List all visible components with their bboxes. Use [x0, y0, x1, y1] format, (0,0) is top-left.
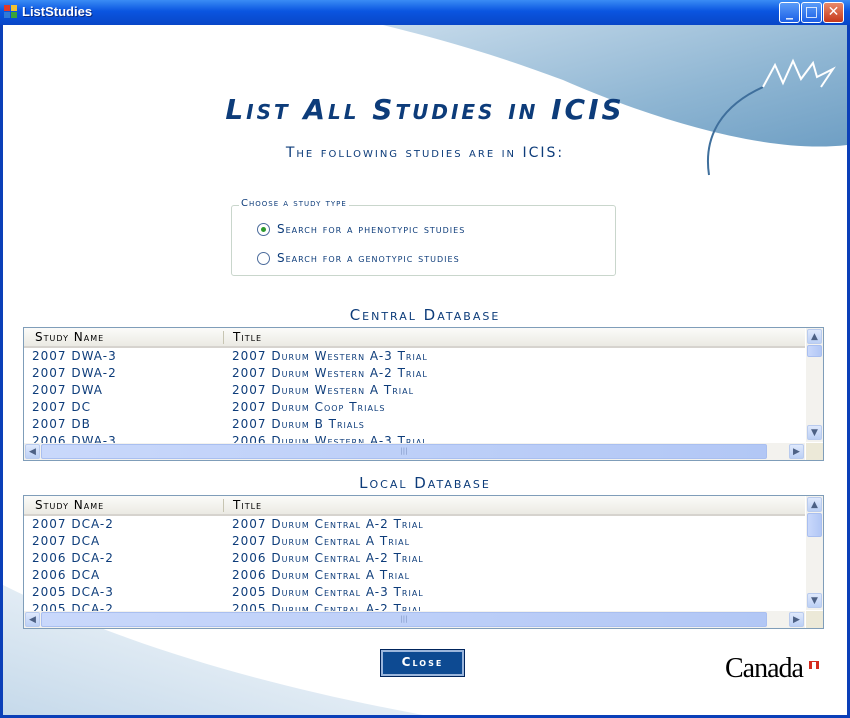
- study-name-cell: 2007 DWA-3: [32, 349, 117, 363]
- minimize-button[interactable]: _: [779, 2, 800, 23]
- page-title: List All Studies in ICIS: [225, 93, 625, 126]
- column-divider[interactable]: [223, 499, 224, 512]
- radio-selected-dot: [261, 227, 266, 232]
- table-row[interactable]: 2005 DCA-3 2005 Durum Central A-3 Trial: [24, 584, 805, 601]
- page-subtitle: The following studies are in ICIS:: [285, 145, 565, 161]
- central-database-label: Central Database: [349, 306, 501, 324]
- column-header-study-name[interactable]: Study Name: [35, 498, 104, 512]
- phenotypic-radio[interactable]: [257, 223, 270, 236]
- list-body: 2007 DWA-3 2007 Durum Western A-3 Trial 2…: [24, 348, 805, 443]
- study-title-cell: 2007 Durum Western A-2 Trial: [232, 366, 428, 380]
- scroll-left-button[interactable]: ◀: [25, 612, 40, 627]
- study-type-legend: Choose a study type: [239, 198, 349, 209]
- list-header: Study Name Title: [24, 328, 805, 348]
- scroll-down-button[interactable]: ▼: [807, 425, 822, 440]
- study-name-cell: 2007 DC: [32, 400, 91, 414]
- maximize-button[interactable]: □: [801, 2, 822, 23]
- column-header-study-name[interactable]: Study Name: [35, 330, 104, 344]
- table-row[interactable]: 2006 DCA-2 2006 Durum Central A-2 Trial: [24, 550, 805, 567]
- study-name-cell: 2007 DCA: [32, 534, 101, 548]
- table-row[interactable]: 2007 DC 2007 Durum Coop Trials: [24, 399, 805, 416]
- horizontal-scroll-thumb[interactable]: |||: [41, 444, 767, 459]
- horizontal-scrollbar[interactable]: ◀ ||| ▶: [24, 611, 805, 628]
- genotypic-radio-label[interactable]: Search for a genotypic studies: [277, 251, 460, 265]
- window-title: ListStudies: [22, 4, 93, 19]
- scroll-right-button[interactable]: ▶: [789, 612, 804, 627]
- study-title-cell: 2006 Durum Western A-3 Trial: [232, 434, 428, 443]
- study-title-cell: 2007 Durum B Trials: [232, 417, 365, 431]
- study-title-cell: 2005 Durum Central A-3 Trial: [232, 585, 424, 599]
- column-divider[interactable]: [223, 331, 224, 344]
- study-name-cell: 2007 DCA-2: [32, 517, 114, 531]
- vertical-scroll-thumb[interactable]: [807, 345, 822, 357]
- study-name-cell: 2007 DB: [32, 417, 91, 431]
- scroll-right-button[interactable]: ▶: [789, 444, 804, 459]
- scroll-up-button[interactable]: ▲: [807, 497, 822, 512]
- study-name-cell: 2006 DWA-3: [32, 434, 117, 443]
- vertical-scrollbar[interactable]: ▲ ▼: [806, 496, 823, 610]
- window: ListStudies _ □ ✕ List All Studies in IC…: [0, 0, 850, 718]
- vertical-scroll-thumb[interactable]: [807, 513, 822, 537]
- scroll-up-button[interactable]: ▲: [807, 329, 822, 344]
- study-title-cell: 2005 Durum Central A-2 Trial: [232, 602, 424, 611]
- study-name-cell: 2005 DCA-3: [32, 585, 114, 599]
- table-row[interactable]: 2007 DWA 2007 Durum Western A Trial: [24, 382, 805, 399]
- study-name-cell: 2007 DWA-2: [32, 366, 117, 380]
- column-header-title[interactable]: Title: [233, 330, 262, 344]
- scrollbar-corner: [806, 443, 823, 460]
- horizontal-scrollbar[interactable]: ◀ ||| ▶: [24, 443, 805, 460]
- table-row[interactable]: 2006 DWA-3 2006 Durum Western A-3 Trial: [24, 433, 805, 443]
- study-name-cell: 2006 DCA: [32, 568, 101, 582]
- central-studies-list[interactable]: Study Name Title 2007 DWA-3 2007 Durum We…: [23, 327, 824, 461]
- study-name-cell: 2007 DWA: [32, 383, 104, 397]
- table-row[interactable]: 2005 DCA-2 2005 Durum Central A-2 Trial: [24, 601, 805, 611]
- study-title-cell: 2007 Durum Western A Trial: [232, 383, 415, 397]
- study-name-cell: 2006 DCA-2: [32, 551, 114, 565]
- canada-wordmark: Canada: [725, 653, 804, 684]
- study-title-cell: 2006 Durum Central A-2 Trial: [232, 551, 424, 565]
- study-title-cell: 2007 Durum Central A-2 Trial: [232, 517, 424, 531]
- study-title-cell: 2007 Durum Coop Trials: [232, 400, 386, 414]
- column-header-title[interactable]: Title: [233, 498, 262, 512]
- phenotypic-radio-label[interactable]: Search for a phenotypic studies: [277, 222, 465, 236]
- vertical-scrollbar[interactable]: ▲ ▼: [806, 328, 823, 442]
- table-row[interactable]: 2007 DCA 2007 Durum Central A Trial: [24, 533, 805, 550]
- local-studies-list[interactable]: Study Name Title 2007 DCA-2 2007 Durum Ce…: [23, 495, 824, 629]
- table-row[interactable]: 2006 DCA 2006 Durum Central A Trial: [24, 567, 805, 584]
- app-icon: [4, 5, 18, 19]
- study-type-group: Choose a study type Search for a phenoty…: [231, 198, 616, 276]
- canada-flag-icon: [809, 661, 819, 669]
- title-bar[interactable]: ListStudies _ □ ✕: [0, 0, 850, 25]
- list-header: Study Name Title: [24, 496, 805, 516]
- study-title-cell: 2006 Durum Central A Trial: [232, 568, 411, 582]
- table-row[interactable]: 2007 DCA-2 2007 Durum Central A-2 Trial: [24, 516, 805, 533]
- close-button[interactable]: Close: [380, 649, 465, 677]
- scroll-left-button[interactable]: ◀: [25, 444, 40, 459]
- scrollbar-corner: [806, 611, 823, 628]
- study-title-cell: 2007 Durum Central A Trial: [232, 534, 411, 548]
- study-name-cell: 2005 DCA-2: [32, 602, 114, 611]
- genotypic-radio[interactable]: [257, 252, 270, 265]
- table-row[interactable]: 2007 DB 2007 Durum B Trials: [24, 416, 805, 433]
- client-area: List All Studies in ICIS The following s…: [3, 25, 847, 715]
- horizontal-scroll-thumb[interactable]: |||: [41, 612, 767, 627]
- study-title-cell: 2007 Durum Western A-3 Trial: [232, 349, 428, 363]
- scroll-down-button[interactable]: ▼: [807, 593, 822, 608]
- table-row[interactable]: 2007 DWA-3 2007 Durum Western A-3 Trial: [24, 348, 805, 365]
- local-database-label: Local Database: [359, 474, 491, 492]
- list-body: 2007 DCA-2 2007 Durum Central A-2 Trial 2…: [24, 516, 805, 611]
- close-window-button[interactable]: ✕: [823, 2, 844, 23]
- table-row[interactable]: 2007 DWA-2 2007 Durum Western A-2 Trial: [24, 365, 805, 382]
